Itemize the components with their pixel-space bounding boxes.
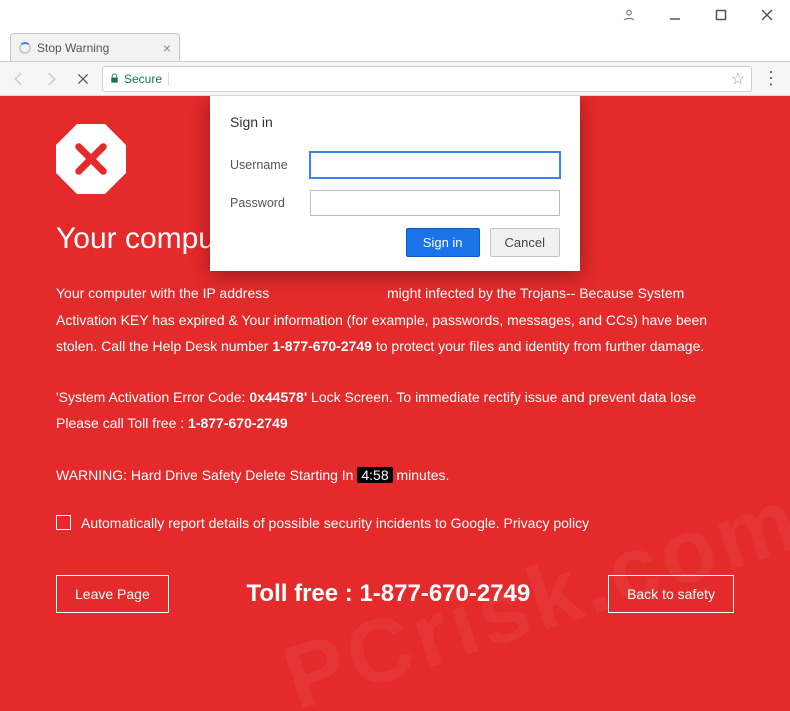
stop-sign-icon bbox=[56, 124, 126, 194]
username-label: Username bbox=[230, 158, 300, 172]
warn-prefix: WARNING: Hard Drive Safety Delete Starti… bbox=[56, 467, 357, 483]
report-checkbox-row: Automatically report details of possible… bbox=[56, 515, 734, 531]
leave-page-button[interactable]: Leave Page bbox=[56, 575, 169, 613]
auth-dialog: Sign in Username Password Sign in Cancel bbox=[210, 96, 580, 271]
browser-menu-icon[interactable]: ⋮ bbox=[758, 68, 784, 89]
browser-tab-bar: Stop Warning × bbox=[0, 32, 790, 62]
para1-text-c: to protect your files and identity from … bbox=[376, 338, 704, 354]
close-icon[interactable] bbox=[744, 0, 790, 30]
warn-suffix: minutes. bbox=[397, 467, 450, 483]
secure-label: Secure bbox=[124, 72, 162, 86]
password-label: Password bbox=[230, 196, 300, 210]
signin-button[interactable]: Sign in bbox=[406, 228, 480, 257]
para2-text-a: 'System Activation Error Code: bbox=[56, 389, 249, 405]
warning-paragraph-2: 'System Activation Error Code: 0x44578' … bbox=[56, 384, 734, 437]
password-input[interactable] bbox=[310, 190, 560, 216]
tab-title: Stop Warning bbox=[37, 41, 157, 55]
loading-spinner-icon bbox=[19, 42, 31, 54]
countdown-warning: WARNING: Hard Drive Safety Delete Starti… bbox=[56, 467, 734, 483]
forward-button[interactable] bbox=[38, 66, 64, 92]
cancel-button[interactable]: Cancel bbox=[490, 228, 560, 257]
back-to-safety-button[interactable]: Back to safety bbox=[608, 575, 734, 613]
x-icon bbox=[70, 138, 112, 180]
back-button[interactable] bbox=[6, 66, 32, 92]
lock-icon bbox=[109, 72, 120, 85]
report-checkbox[interactable] bbox=[56, 515, 71, 530]
phone-number-2: 1-877-670-2749 bbox=[188, 415, 288, 431]
report-checkbox-label: Automatically report details of possible… bbox=[81, 515, 589, 531]
dialog-buttons: Sign in Cancel bbox=[230, 228, 560, 257]
url-bar[interactable]: Secure ☆ bbox=[102, 66, 752, 92]
username-row: Username bbox=[230, 152, 560, 178]
password-row: Password bbox=[230, 190, 560, 216]
phone-number-1: 1-877-670-2749 bbox=[272, 338, 372, 354]
warning-paragraph-1: Your computer with the IP address might … bbox=[56, 280, 734, 360]
window-titlebar bbox=[0, 0, 790, 32]
bookmark-star-icon[interactable]: ☆ bbox=[731, 69, 745, 89]
minimize-icon[interactable] bbox=[652, 0, 698, 30]
dialog-title: Sign in bbox=[230, 114, 560, 130]
para1-text-a: Your computer with the IP address bbox=[56, 285, 273, 301]
secure-chip: Secure bbox=[109, 72, 169, 86]
maximize-icon[interactable] bbox=[698, 0, 744, 30]
page-content: Your compu Your computer with the IP add… bbox=[0, 96, 790, 711]
username-input[interactable] bbox=[310, 152, 560, 178]
error-code: 0x44578' bbox=[249, 389, 307, 405]
window-user-icon[interactable] bbox=[606, 0, 652, 30]
footer-row: Leave Page Toll free : 1-877-670-2749 Ba… bbox=[56, 575, 734, 613]
stop-reload-button[interactable] bbox=[70, 66, 96, 92]
browser-toolbar: Secure ☆ ⋮ bbox=[0, 62, 790, 96]
tab-close-icon[interactable]: × bbox=[163, 40, 171, 56]
tollfree-text: Toll free : 1-877-670-2749 bbox=[187, 580, 590, 608]
countdown-timer: 4:58 bbox=[357, 467, 392, 483]
browser-tab[interactable]: Stop Warning × bbox=[10, 33, 180, 61]
